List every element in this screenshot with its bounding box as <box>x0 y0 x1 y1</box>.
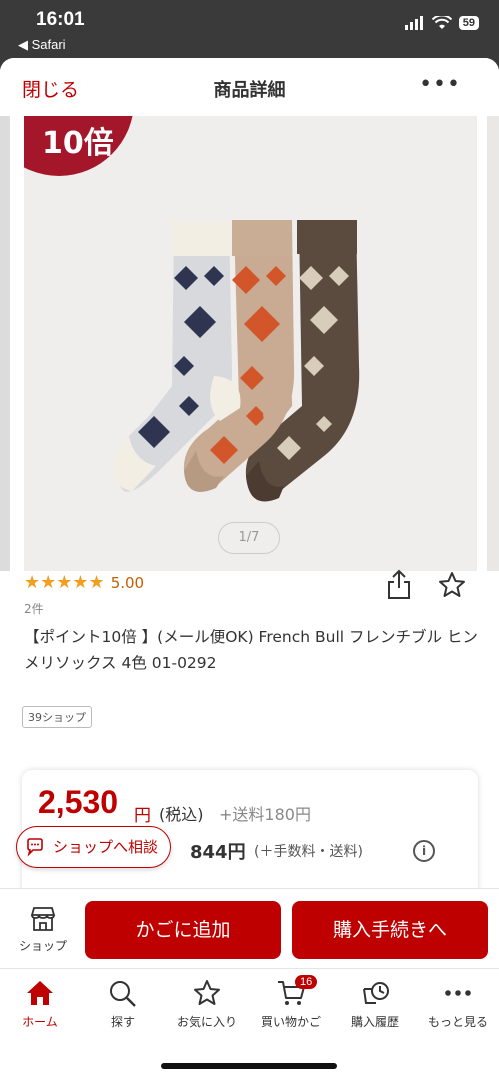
chat-bubble-icon <box>27 838 43 857</box>
tab-cart-label: 買い物かご <box>260 1015 321 1029</box>
shop-tag: 39ショップ <box>22 706 92 728</box>
signal-icon <box>404 16 423 30</box>
tab-search-label: 探す <box>110 1015 135 1029</box>
more-dots-icon <box>445 990 471 996</box>
tab-more-label: もっと見る <box>427 1015 488 1029</box>
add-to-cart-button[interactable]: かごに追加 <box>85 901 281 959</box>
battery-indicator: 59 <box>458 16 479 30</box>
image-pager: 1/7 <box>218 522 280 554</box>
rating-row[interactable]: ★★★★★ 5.00 <box>24 572 144 593</box>
shop-icon[interactable] <box>29 906 57 932</box>
rating-value: 5.00 <box>110 573 145 592</box>
search-icon <box>110 981 136 1007</box>
favorite-star-icon[interactable] <box>437 570 467 600</box>
home-indicator <box>161 1063 337 1069</box>
tab-more[interactable]: もっと見る <box>416 979 499 1030</box>
purchase-action-bar: ショップ かごに追加 購入手続きへ <box>0 888 499 968</box>
bottom-tab-bar: ホーム 探す お気に入り 16 買い物かご 購入履歴 もっと見る <box>0 968 499 1080</box>
shipping-fee: +送料180円 <box>219 805 311 824</box>
checkout-button[interactable]: 購入手続きへ <box>292 901 488 959</box>
price-tax-label: (税込) <box>159 805 204 824</box>
review-count[interactable]: 2件 <box>24 600 44 617</box>
history-bag-icon <box>363 982 389 1004</box>
rating-stars: ★★★★★ <box>24 572 105 593</box>
next-image-peek[interactable] <box>487 116 499 571</box>
installment-note: (＋手数料・送料) <box>254 844 363 860</box>
more-menu-button[interactable]: ••• <box>419 72 461 97</box>
installment-price: 844円 <box>190 842 246 863</box>
points-badge-text: 10倍 <box>42 126 114 161</box>
tab-home-label: ホーム <box>22 1015 58 1029</box>
price-amount: 2,530 <box>38 784 119 820</box>
tab-search[interactable]: 探す <box>81 979 165 1030</box>
shop-consult-button[interactable]: ショップへ相談 <box>16 826 172 868</box>
share-icon[interactable] <box>385 568 413 600</box>
info-icon[interactable]: i <box>413 840 435 862</box>
tab-home[interactable]: ホーム <box>0 979 82 1030</box>
cart-count-badge: 16 <box>295 975 318 989</box>
product-photo[interactable]: 10倍 <box>24 116 477 571</box>
wifi-icon <box>431 16 452 29</box>
socks-illustration <box>24 116 477 571</box>
status-indicators: 59 <box>404 16 479 30</box>
status-bar: 16:01 ◀ Safari 59 <box>0 0 499 56</box>
product-image-gallery[interactable]: 10倍 <box>0 116 499 571</box>
product-title: 【ポイント10倍 】(メール便OK) French Bull フレンチブル ヒン… <box>24 628 478 672</box>
star-icon <box>194 980 220 1005</box>
tab-favorites[interactable]: お気に入り <box>165 979 249 1030</box>
shop-consult-label: ショップへ相談 <box>53 838 159 856</box>
previous-image-peek[interactable] <box>0 116 10 571</box>
price-unit: 円 <box>134 806 151 826</box>
shop-label[interactable]: ショップ <box>19 937 67 954</box>
tab-cart[interactable]: 16 買い物かご <box>249 975 333 1030</box>
tab-history[interactable]: 購入履歴 <box>333 979 417 1030</box>
status-time: 16:01 <box>36 9 85 30</box>
product-detail-sheet: 閉じる 商品詳細 ••• 10倍 1/7 ★★★★★ 5.00 2件 【ポイント… <box>0 58 499 1080</box>
home-icon <box>27 981 53 1005</box>
tab-favorites-label: お気に入り <box>176 1015 237 1029</box>
top-nav: 閉じる 商品詳細 ••• <box>0 58 499 116</box>
tab-history-label: 購入履歴 <box>350 1015 399 1029</box>
back-to-safari-link[interactable]: ◀ Safari <box>18 37 66 53</box>
